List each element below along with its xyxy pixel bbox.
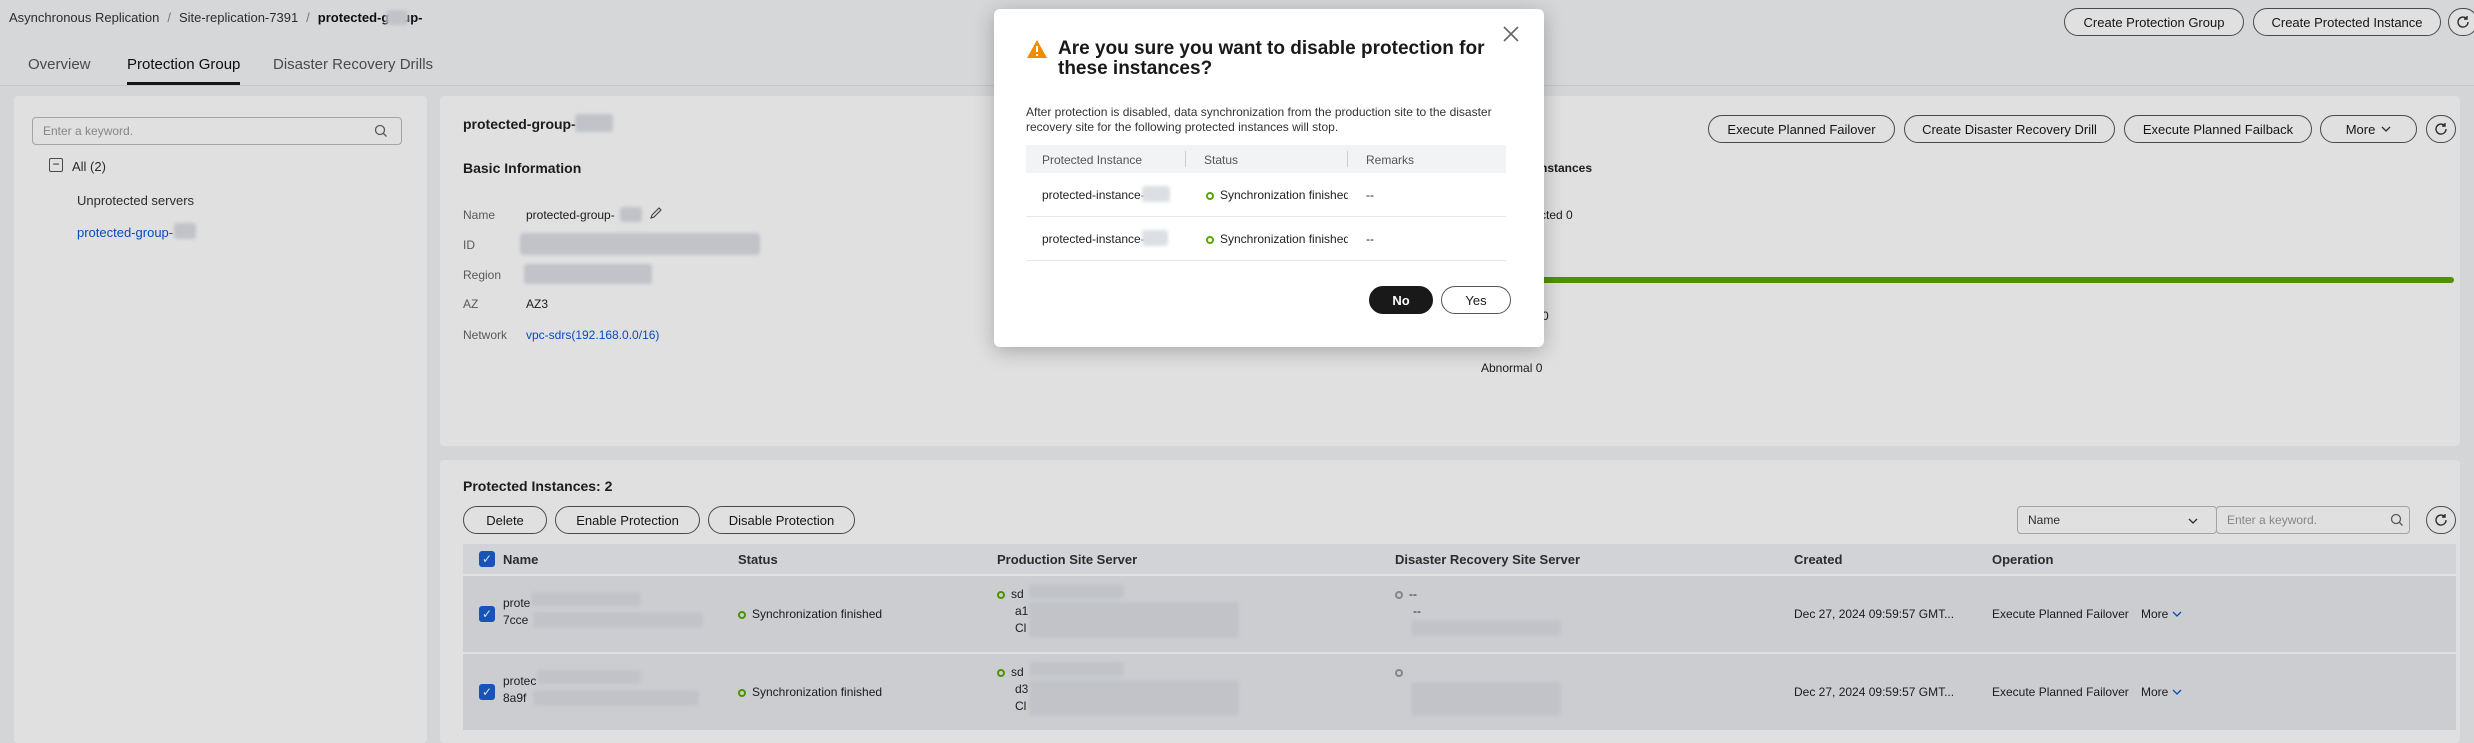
dialog-table-row: protected-instance- Synchronization fini… <box>1026 217 1506 261</box>
dialog-table-header: Protected Instance Status Remarks <box>1026 145 1506 173</box>
close-icon[interactable] <box>1502 25 1520 43</box>
dialog-column-status: Status <box>1204 153 1239 167</box>
redacted-text <box>1142 230 1168 246</box>
dialog-column-remarks: Remarks <box>1366 153 1415 167</box>
warning-icon <box>1027 40 1047 58</box>
dialog-status: Synchronization finished <box>1206 188 1348 202</box>
dialog-remarks: -- <box>1366 188 1374 202</box>
confirm-disable-dialog: Are you sure you want to disable protect… <box>994 9 1544 347</box>
column-divider <box>1185 151 1186 167</box>
dialog-status: Synchronization finished <box>1206 232 1348 246</box>
dialog-status-label: Synchronization finished <box>1220 188 1348 202</box>
status-ok-icon <box>1206 192 1214 200</box>
status-ok-icon <box>1206 236 1214 244</box>
dialog-column-instance: Protected Instance <box>1042 153 1143 167</box>
redacted-text <box>1142 186 1170 202</box>
column-divider <box>1347 151 1348 167</box>
no-button[interactable]: No <box>1369 286 1433 314</box>
dialog-remarks: -- <box>1366 232 1374 246</box>
dialog-table-row: protected-instance- Synchronization fini… <box>1026 173 1506 217</box>
page: Asynchronous Replication / Site-replicatio… <box>0 0 2474 743</box>
dialog-message: After protection is disabled, data synch… <box>1026 105 1492 134</box>
yes-button[interactable]: Yes <box>1441 286 1511 314</box>
dialog-status-label: Synchronization finished <box>1220 232 1348 246</box>
dialog-title: Are you sure you want to disable protect… <box>1058 38 1485 79</box>
